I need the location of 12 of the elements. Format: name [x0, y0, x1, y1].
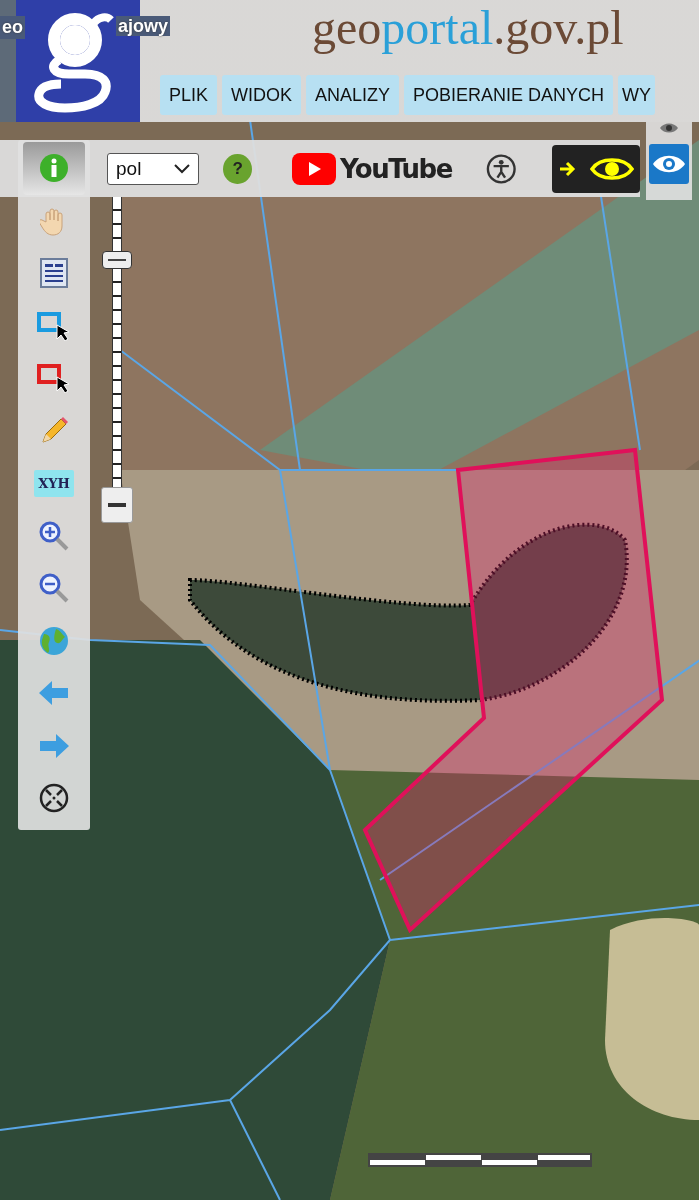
help-button[interactable]: ?	[223, 153, 252, 184]
menu-item[interactable]: POBIERANIE DANYCH	[404, 75, 614, 115]
header-title: eo	[0, 16, 25, 39]
video-link[interactable]: YouTube	[291, 152, 452, 185]
menu-item[interactable]: PLIK	[160, 75, 218, 115]
header-title: ajowy	[116, 16, 171, 36]
language-select[interactable]: pol	[107, 152, 200, 185]
menu-item[interactable]: WIDOK	[222, 75, 302, 115]
menu-item[interactable]: ANALIZY	[306, 75, 400, 115]
menu-item[interactable]: WY	[618, 75, 656, 115]
site-name[interactable]: geoportal.gov.pl	[312, 0, 624, 55]
map-tool[interactable]: XYH	[23, 457, 85, 510]
